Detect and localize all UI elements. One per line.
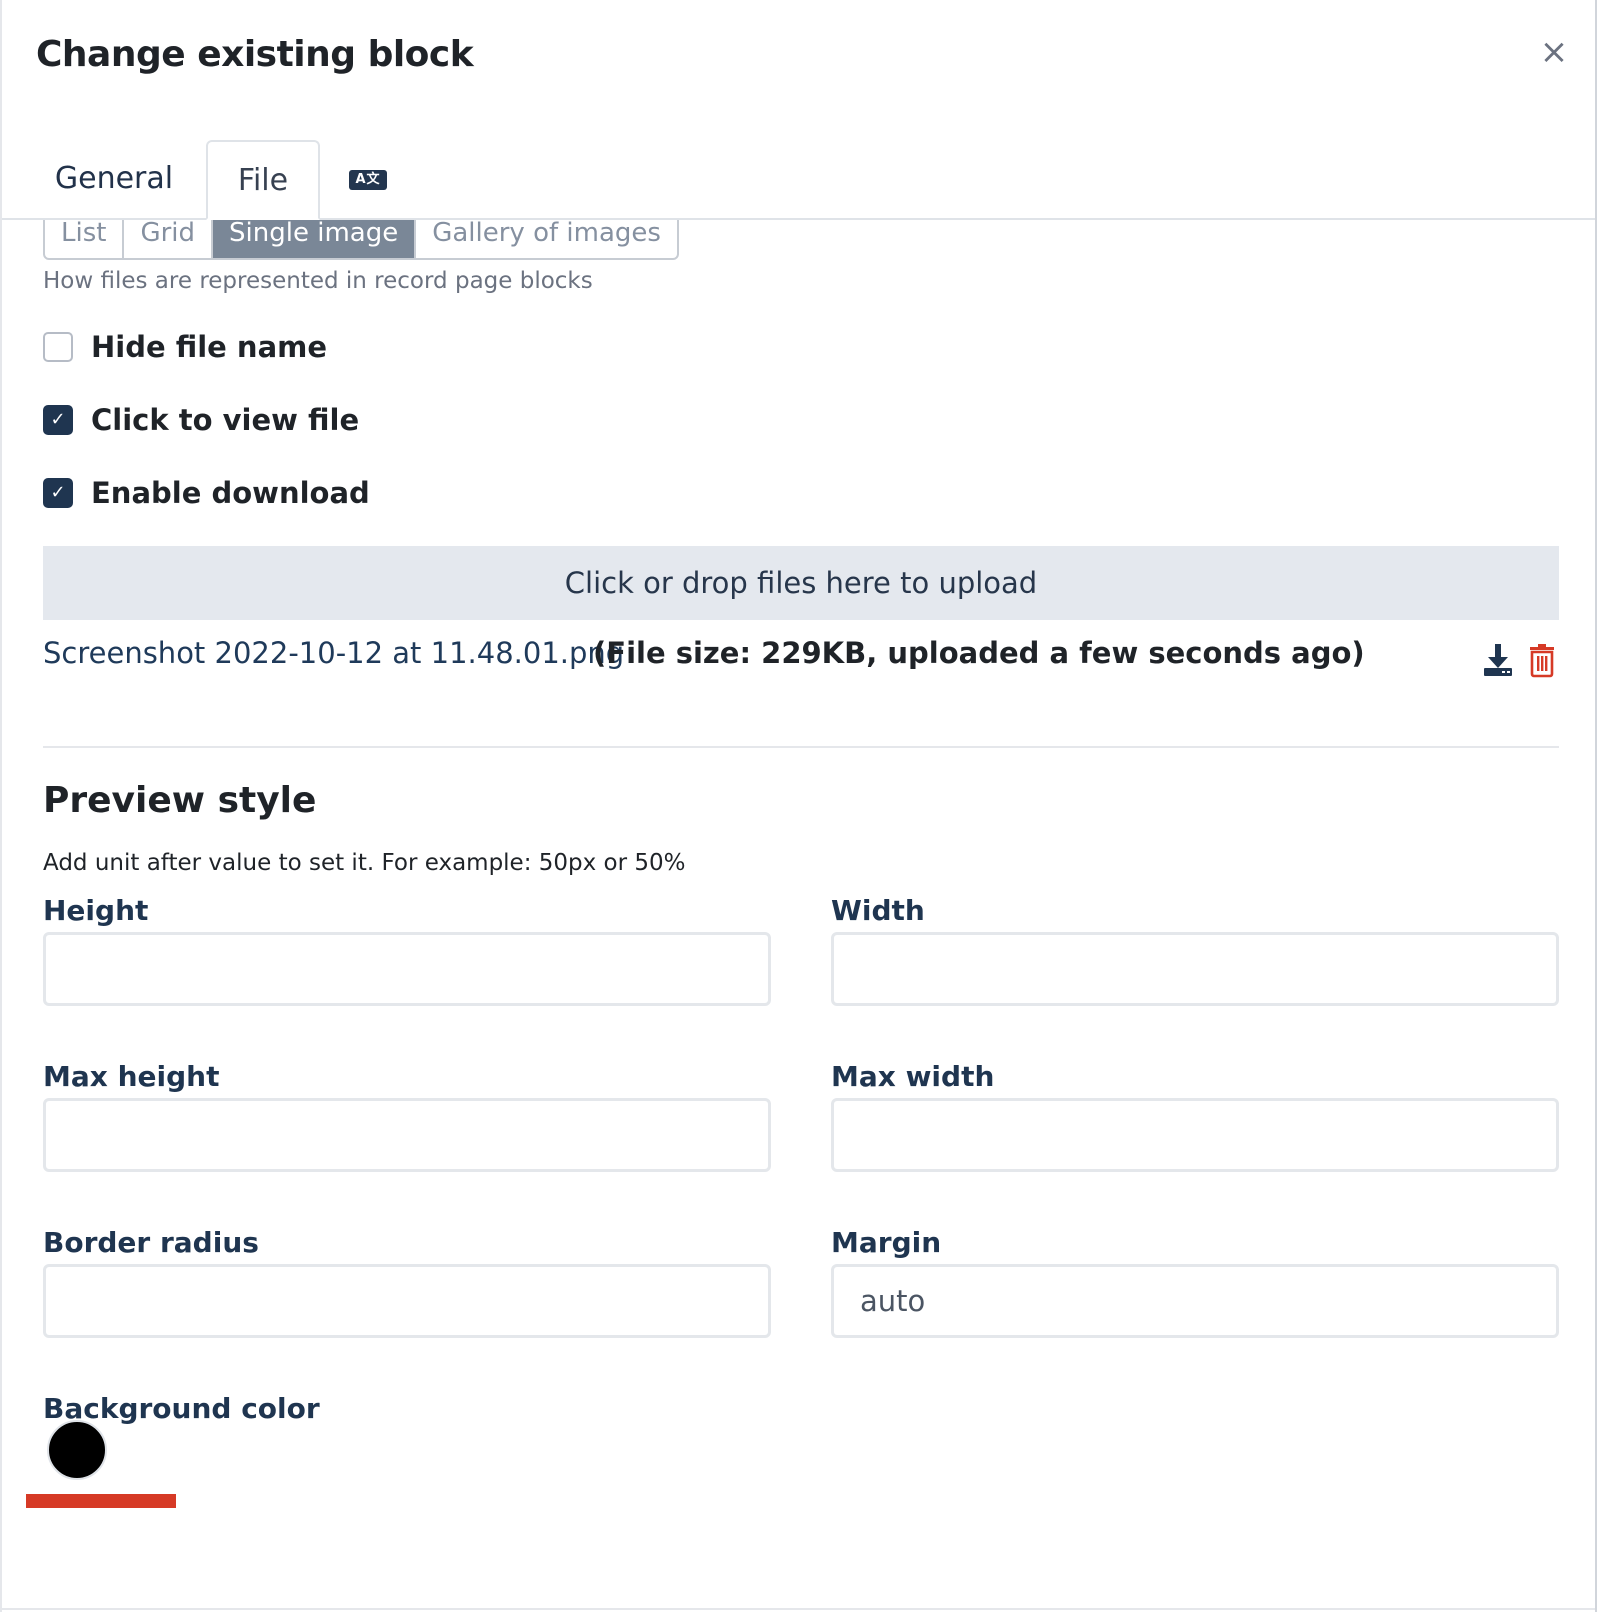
click-to-view-option[interactable]: ✓ Click to view file	[43, 403, 359, 437]
change-block-modal: Change existing block × General File A文 …	[0, 0, 1597, 1612]
hide-file-name-option[interactable]: Hide file name	[43, 330, 327, 364]
tab-bar: General File A文	[2, 140, 1595, 220]
tab-general[interactable]: General	[38, 140, 190, 220]
enable-download-label: Enable download	[91, 476, 370, 510]
footer-divider	[2, 1608, 1595, 1610]
preview-style-help: Add unit after value to set it. For exam…	[43, 850, 686, 876]
height-label: Height	[43, 894, 149, 927]
max-width-label: Max width	[831, 1060, 995, 1093]
file-meta: (File size: 229KB, uploaded a few second…	[593, 636, 1365, 670]
representation-selector: List Grid Single image Gallery of images	[43, 220, 679, 260]
uploaded-file-row: Screenshot 2022-10-12 at 11.48.01.png (F…	[43, 632, 1559, 684]
modal-title: Change existing block	[36, 34, 474, 75]
tab-file[interactable]: File	[206, 140, 320, 220]
file-name-link[interactable]: Screenshot 2022-10-12 at 11.48.01.png	[43, 636, 624, 670]
check-icon: ✓	[50, 409, 66, 430]
enable-download-option[interactable]: ✓ Enable download	[43, 476, 370, 510]
close-button[interactable]: ×	[1534, 32, 1574, 72]
representation-option-single-image[interactable]: Single image	[213, 220, 417, 258]
click-to-view-checkbox[interactable]: ✓	[43, 405, 73, 435]
margin-input[interactable]	[831, 1264, 1559, 1338]
max-width-input[interactable]	[831, 1098, 1559, 1172]
trash-icon	[1530, 644, 1554, 678]
translate-icon: A文	[349, 169, 387, 190]
representation-option-grid[interactable]: Grid	[124, 220, 214, 258]
check-icon: ✓	[50, 482, 66, 503]
download-icon	[1484, 644, 1512, 676]
delete-button[interactable]	[1527, 642, 1561, 678]
margin-label: Margin	[831, 1226, 942, 1259]
representation-helper-text: How files are represented in record page…	[43, 268, 593, 294]
preview-style-title: Preview style	[43, 780, 317, 821]
representation-option-list[interactable]: List	[45, 220, 125, 258]
height-input[interactable]	[43, 932, 771, 1006]
width-label: Width	[831, 894, 925, 927]
border-radius-input[interactable]	[43, 1264, 771, 1338]
max-height-input[interactable]	[43, 1098, 771, 1172]
representation-option-gallery[interactable]: Gallery of images	[416, 220, 677, 258]
hide-file-name-checkbox[interactable]	[43, 332, 73, 362]
max-height-label: Max height	[43, 1060, 220, 1093]
close-icon: ×	[1539, 32, 1569, 72]
width-input[interactable]	[831, 932, 1559, 1006]
download-button[interactable]	[1481, 642, 1515, 678]
section-divider	[43, 746, 1559, 748]
enable-download-checkbox[interactable]: ✓	[43, 478, 73, 508]
hide-file-name-label: Hide file name	[91, 330, 328, 364]
annotation-underline	[26, 1494, 176, 1508]
tab-translations[interactable]: A文	[342, 140, 394, 220]
click-to-view-label: Click to view file	[91, 403, 360, 437]
file-tab-content: List Grid Single image Gallery of images…	[2, 220, 1595, 1612]
upload-dropzone[interactable]: Click or drop files here to upload	[43, 546, 1559, 620]
border-radius-label: Border radius	[43, 1226, 259, 1259]
background-color-swatch[interactable]	[47, 1420, 107, 1480]
